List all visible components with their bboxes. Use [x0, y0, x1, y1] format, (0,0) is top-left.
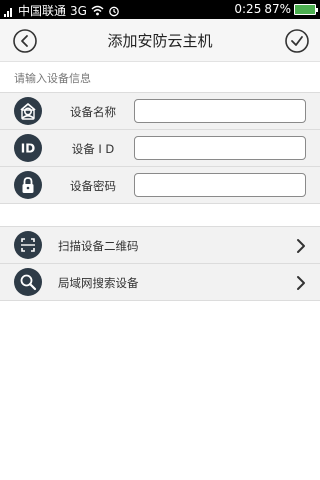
status-bar: 中国联通 3G 0:25 87%: [0, 0, 320, 19]
svg-text:ID: ID: [21, 142, 35, 156]
wifi-icon: [91, 5, 104, 16]
alarm-icon: [109, 6, 119, 16]
device-password-label: 设备密码: [70, 179, 116, 193]
device-icon: [14, 97, 42, 125]
device-name-input[interactable]: [134, 99, 306, 123]
scan-qr-row[interactable]: 扫描设备二维码: [0, 227, 320, 264]
chevron-right-icon: [297, 239, 305, 253]
action-list: 扫描设备二维码 局域网搜索设备: [0, 226, 320, 301]
device-name-row: 设备名称: [0, 93, 320, 130]
device-form: 设备名称 ID 设备 I D 设备密码: [0, 92, 320, 204]
confirm-button[interactable]: [284, 28, 310, 54]
battery-icon: [294, 3, 318, 15]
search-icon: [14, 268, 42, 296]
signal-icon: [4, 5, 14, 17]
scan-qr-label: 扫描设备二维码: [58, 239, 139, 253]
device-id-label: 设备 I D: [71, 142, 115, 156]
back-button[interactable]: [12, 28, 38, 54]
clock: 0:25: [234, 2, 262, 16]
device-id-input[interactable]: [134, 136, 306, 160]
network-label: 3G: [70, 3, 87, 18]
scan-qr-icon: [14, 231, 42, 259]
page-title: 添加安防云主机: [107, 32, 213, 50]
carrier-label: 中国联通: [18, 4, 67, 18]
header-bar: 添加安防云主机: [0, 19, 320, 62]
battery-percent: 87%: [264, 2, 291, 16]
lock-icon: [14, 171, 42, 199]
id-icon: ID: [14, 134, 42, 162]
device-password-row: 设备密码: [0, 167, 320, 204]
device-id-row: ID 设备 I D: [0, 130, 320, 167]
chevron-right-icon: [297, 276, 305, 290]
device-password-input[interactable]: [134, 173, 306, 197]
lan-search-row[interactable]: 局域网搜索设备: [0, 264, 320, 301]
lan-search-label: 局域网搜索设备: [58, 276, 139, 290]
device-name-label: 设备名称: [70, 105, 116, 119]
section-label: 请输入设备信息: [14, 72, 91, 85]
